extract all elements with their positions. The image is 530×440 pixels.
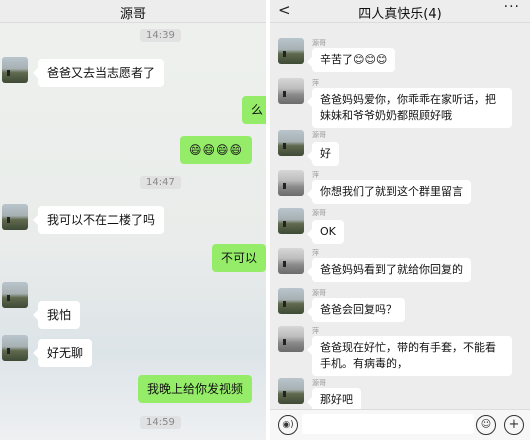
right-chat-panel: < 四人真快乐(4) ··· 源哥 辛苦了😊😊😊 萍 爸爸妈妈爱你，你乖乖在家听… [270,0,530,440]
left-chat-title: 源哥 [119,7,146,22]
incoming-message[interactable]: 爸爸又去当志愿者了 [32,59,165,87]
outgoing-message[interactable]: 我晚上给你发视频 [138,375,253,403]
sender-name: 萍 [312,249,319,257]
incoming-message[interactable]: 辛苦了😊😊😊 [306,48,396,72]
sender-name: 萍 [312,171,319,179]
emoji-sequence: 😄😄😄😄 [189,143,244,157]
left-chat-panel: 源哥 14:39 爸爸又去当志愿者了 么 😄😄😄😄 14:47 我可以不在二楼了… [0,0,266,440]
incoming-message[interactable]: 你想我们了就到这个群里留言 [307,180,471,204]
incoming-message[interactable]: 我怕 [32,301,81,329]
incoming-message[interactable]: 好 [307,142,339,166]
sender-name: 源哥 [312,39,326,47]
incoming-message[interactable]: 爸爸会回复吗？ [307,298,405,322]
right-chat-header: < 四人真快乐(4) ··· [270,0,530,23]
more-options-icon[interactable]: ··· [504,0,520,15]
timestamp: 14:39 [140,29,181,42]
chat-input-bar: ◉) ☺ + [270,409,530,440]
incoming-message[interactable]: 爸爸妈妈看到了就给你回复的 [307,258,471,282]
member-avatar[interactable] [278,38,304,64]
sender-name: 源哥 [312,209,326,217]
member-avatar[interactable] [278,208,304,234]
member-avatar[interactable] [278,288,304,314]
plus-icon[interactable]: + [504,415,524,435]
sender-name: 萍 [312,79,319,87]
contact-avatar[interactable] [2,204,28,230]
sender-name: 源哥 [312,289,326,297]
outgoing-message[interactable]: 😄😄😄😄 [180,136,253,164]
member-avatar[interactable] [278,78,304,104]
timestamp: 14:47 [140,176,181,189]
member-avatar[interactable] [278,326,304,352]
voice-input-icon[interactable]: ◉) [278,415,298,435]
timestamp: 14:59 [140,416,181,429]
outgoing-message[interactable]: 么 [242,96,266,124]
emoji-icon[interactable]: ☺ [476,415,496,435]
contact-avatar[interactable] [2,335,28,361]
sender-name: 萍 [312,327,319,335]
incoming-message[interactable]: 爸爸现在好忙，带的有手套，不能看手机。有病毒的， [307,336,512,376]
incoming-message[interactable]: 好无聊 [32,339,93,367]
sender-name: 源哥 [312,131,326,139]
contact-avatar[interactable] [2,282,28,308]
member-avatar[interactable] [278,378,304,404]
message-input[interactable] [302,414,474,434]
member-avatar[interactable] [278,170,304,196]
member-avatar[interactable] [278,130,304,156]
incoming-message[interactable]: 我可以不在二楼了吗 [32,206,165,234]
member-avatar[interactable] [278,248,304,274]
outgoing-message[interactable]: 不可以 [212,244,266,272]
incoming-message[interactable]: 爸爸妈妈爱你，你乖乖在家听话，把妹妹和爷爷奶奶都照顾好哦 [307,88,512,128]
contact-avatar[interactable] [2,57,28,83]
left-chat-header: 源哥 [0,0,266,23]
sender-name: 源哥 [312,379,326,387]
incoming-message[interactable]: OK [307,220,344,244]
group-chat-title: 四人真快乐(4) [358,7,442,22]
